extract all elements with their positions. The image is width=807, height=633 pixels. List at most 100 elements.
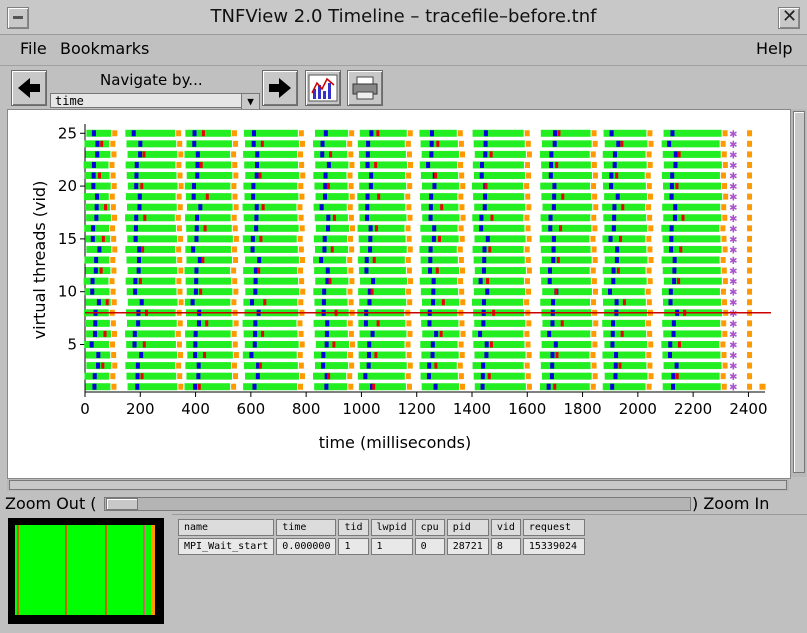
boundary-marker: [526, 288, 532, 295]
send-marker: [667, 352, 672, 359]
toolbar: Navigate by... time ▼: [0, 66, 807, 110]
send-marker: [368, 235, 373, 242]
wait-marker: [205, 320, 209, 327]
boundary-marker: [460, 330, 466, 337]
star-marker: ✱: [729, 288, 737, 299]
timeline-bar: [663, 161, 722, 169]
send-marker: [91, 183, 96, 190]
graph-button[interactable]: [305, 70, 341, 106]
send-marker: [253, 288, 258, 295]
send-marker: [194, 225, 199, 232]
boundary-marker: [593, 204, 599, 211]
navigate-back-button[interactable]: [11, 70, 47, 106]
star-marker: ✱: [729, 340, 737, 351]
vertical-scrollbar-thumb[interactable]: [793, 111, 805, 473]
send-marker: [551, 204, 556, 211]
overview-panel[interactable]: [8, 518, 164, 624]
timeline-bar: [127, 383, 178, 391]
send-marker: [672, 278, 677, 285]
send-marker: [614, 352, 619, 359]
wait-marker: [677, 278, 681, 285]
send-marker: [96, 299, 101, 306]
boundary-marker: [525, 341, 531, 348]
boundary-marker: [646, 235, 652, 242]
send-marker: [610, 383, 615, 390]
boundary-marker: [231, 299, 237, 306]
graph-icon: [308, 74, 338, 102]
boundary-marker: [524, 299, 530, 306]
boundary-marker: [406, 320, 412, 327]
column-header[interactable]: time: [276, 519, 337, 536]
navigate-forward-button[interactable]: [262, 70, 298, 106]
boundary-marker: [112, 362, 118, 369]
zoom-in-label[interactable]: ) Zoom In: [692, 494, 769, 513]
print-button[interactable]: [347, 70, 383, 106]
x-tick-label: 1800: [563, 400, 601, 418]
boundary-marker: [457, 362, 463, 369]
boundary-marker: [591, 362, 597, 369]
timeline-bar: [358, 288, 406, 296]
horizontal-scrollbar[interactable]: [7, 478, 789, 491]
column-header[interactable]: vid: [490, 519, 521, 536]
overview-minimap[interactable]: [15, 525, 155, 615]
timeline-bar: [185, 214, 231, 222]
timeline-plot-frame[interactable]: 0 200 400 600 800 1000 1200 1400 1600 1800 2000 220…: [7, 109, 791, 479]
column-header[interactable]: tid: [338, 519, 369, 536]
timeline-bar: [125, 277, 176, 285]
chevron-down-icon[interactable]: ▼: [241, 93, 260, 110]
column-header[interactable]: lwpid: [370, 519, 413, 536]
column-header[interactable]: name: [178, 519, 275, 536]
timeline-bar: [661, 372, 720, 380]
wait-marker: [486, 278, 490, 285]
timeline-bar: [542, 288, 592, 296]
timeline-bar: [186, 224, 232, 232]
column-header[interactable]: pid: [446, 519, 489, 536]
timeline-bar: [662, 150, 721, 158]
timeline-bar: [602, 351, 646, 359]
send-marker: [137, 204, 142, 211]
cell-request: 15339024: [522, 538, 585, 555]
menu-file[interactable]: File: [20, 39, 47, 58]
send-marker: [484, 352, 489, 359]
timeline-chart[interactable]: 0 200 400 600 800 1000 1200 1400 1600 1800 2000 220…: [8, 110, 790, 478]
timeline-bar: [359, 245, 407, 253]
timeline-bar: [242, 203, 297, 211]
send-marker: [251, 193, 256, 200]
boundary-marker: [110, 373, 116, 380]
send-marker: [251, 140, 256, 147]
column-header[interactable]: cpu: [414, 519, 445, 536]
close-button[interactable]: ✕: [778, 6, 800, 29]
boundary-marker: [178, 183, 184, 190]
boundary-marker: [647, 278, 653, 285]
menu-bookmarks[interactable]: Bookmarks: [60, 39, 149, 58]
boundary-marker: [111, 352, 117, 359]
boundary-marker: [231, 246, 237, 253]
send-marker: [673, 204, 678, 211]
column-header[interactable]: request: [522, 519, 585, 536]
timeline-bar: [540, 362, 591, 370]
send-marker: [552, 140, 557, 147]
navigate-select[interactable]: time ▼: [50, 93, 260, 110]
boundary-marker: [110, 140, 116, 147]
zoom-out-label[interactable]: Zoom Out (: [5, 494, 97, 513]
boundary-marker: [722, 214, 728, 221]
wait-marker: [615, 172, 619, 179]
send-marker: [670, 172, 675, 179]
boundary-marker: [458, 257, 464, 263]
table-row[interactable]: MPI_Wait_start 0.000000 1 1 0 28721 8 15…: [178, 538, 585, 555]
boundary-marker: [348, 299, 354, 306]
vertical-scrollbar[interactable]: [790, 109, 806, 477]
zoom-slider-thumb[interactable]: [106, 498, 138, 510]
send-marker: [321, 352, 326, 359]
horizontal-scrollbar-thumb[interactable]: [9, 480, 787, 490]
send-marker: [428, 204, 433, 211]
boundary-marker: [459, 172, 465, 179]
menu-help[interactable]: Help: [756, 39, 792, 58]
star-marker: ✱: [729, 362, 737, 373]
timeline-bar: [419, 129, 457, 137]
boundary-marker: [525, 225, 531, 232]
wait-marker: [439, 330, 443, 337]
zoom-slider[interactable]: [104, 497, 691, 511]
send-marker: [366, 140, 371, 147]
send-marker: [478, 330, 483, 337]
